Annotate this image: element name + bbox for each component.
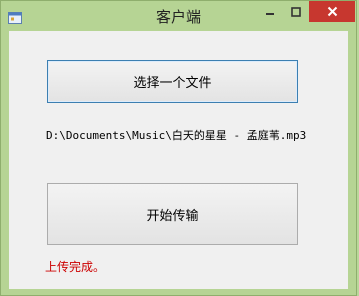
choose-file-button[interactable]: 选择一个文件 [47, 60, 298, 103]
maximize-button[interactable] [283, 1, 309, 22]
app-window: 客户端 选择一个文件 D:\Documents\Music\白天的星星 - 孟庭… [0, 0, 357, 296]
title-bar[interactable]: 客户端 [1, 1, 356, 31]
minimize-button[interactable] [257, 1, 283, 22]
status-text: 上传完成。 [45, 260, 106, 274]
client-area: 选择一个文件 D:\Documents\Music\白天的星星 - 孟庭苇.mp… [9, 31, 348, 289]
close-icon [327, 2, 338, 21]
maximize-icon [291, 2, 301, 21]
start-transfer-button[interactable]: 开始传输 [47, 183, 298, 245]
minimize-icon [265, 2, 275, 21]
selected-file-path: D:\Documents\Music\白天的星星 - 孟庭苇.mp3 [46, 129, 307, 142]
close-button[interactable] [309, 1, 355, 22]
